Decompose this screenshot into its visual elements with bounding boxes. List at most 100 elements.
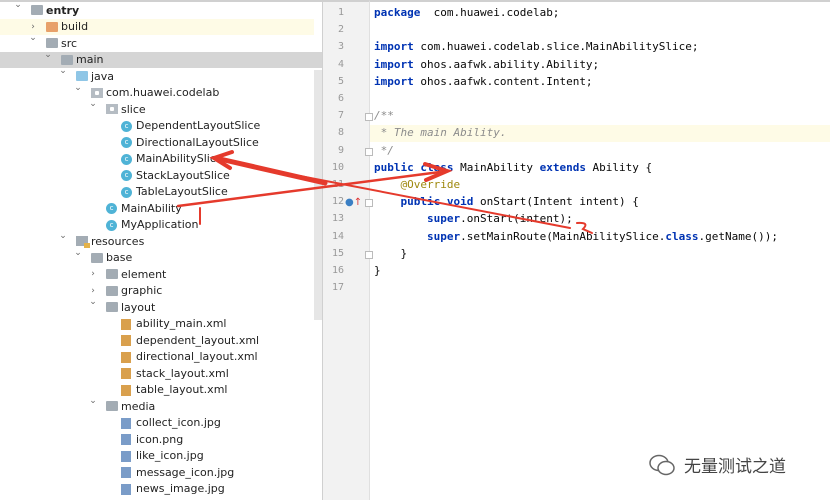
code-line[interactable]: public class MainAbility extends Ability…: [374, 161, 652, 174]
code-token: onStart(Intent intent) {: [473, 195, 639, 209]
chevron-down-icon[interactable]: ⌄: [87, 297, 99, 307]
code-line[interactable]: }: [374, 247, 407, 260]
tree-scrollbar[interactable]: [314, 70, 322, 320]
tree-item-label: MainAbility: [121, 201, 182, 215]
line-number: 3: [337, 41, 344, 53]
tree-item[interactable]: ⌄ slice: [0, 99, 314, 118]
code-line[interactable]: super.onStart(intent);: [374, 212, 573, 225]
class-icon: c: [106, 203, 117, 214]
code-token: /**: [374, 109, 394, 123]
chevron-right-icon[interactable]: ›: [87, 269, 99, 279]
chevron-down-icon[interactable]: ⌄: [27, 33, 39, 43]
chevron-down-icon[interactable]: ⌄: [87, 99, 99, 109]
tree-item[interactable]: c MainAbilitySlice: [0, 151, 314, 168]
line-number: 11: [331, 179, 344, 190]
code-line[interactable]: package com.huawei.codelab;: [374, 6, 559, 19]
code-line[interactable]: @Override: [374, 178, 460, 191]
code-line[interactable]: * The main Ability.: [374, 126, 507, 139]
code-line[interactable]: }: [374, 264, 381, 277]
tree-item[interactable]: news_image.jpg: [0, 481, 314, 498]
tree-item[interactable]: c MyApplication: [0, 217, 314, 234]
tree-item[interactable]: ability_main.xml: [0, 316, 314, 333]
line-number: 4: [337, 58, 344, 70]
watermark-text: 无量测试之道: [684, 457, 786, 477]
chevron-down-icon[interactable]: ⌄: [57, 66, 69, 76]
tree-item[interactable]: ⌄ java: [0, 66, 314, 85]
line-number: 12: [331, 196, 344, 208]
xml-icon: [121, 318, 131, 330]
tree-item[interactable]: ⌄ media: [0, 396, 314, 415]
tree-item[interactable]: ⌄ com.huawei.codelab: [0, 83, 314, 102]
tree-item[interactable]: › element: [0, 266, 314, 283]
code-line[interactable]: import ohos.aafwk.ability.Ability;: [374, 58, 599, 71]
folder-icon: [91, 252, 103, 263]
class-icon: c: [121, 153, 132, 165]
tree-item[interactable]: stack_layout.xml: [0, 365, 314, 382]
folder-blue-icon: [76, 71, 88, 81]
fold-marker-icon[interactable]: [365, 147, 373, 156]
code-line[interactable]: import ohos.aafwk.content.Intent;: [374, 75, 593, 88]
code-token: super: [426, 229, 461, 243]
code-line[interactable]: public void onStart(Intent intent) {: [374, 195, 639, 208]
chevron-right-icon[interactable]: ›: [87, 286, 99, 296]
class-icon: c: [106, 219, 117, 231]
tree-item[interactable]: table_layout.xml: [0, 382, 314, 399]
tree-item[interactable]: ⌄ entry: [0, 2, 314, 19]
code-line[interactable]: */: [374, 144, 394, 157]
line-number: 8: [337, 127, 344, 139]
project-tree: ⌄ entry › build ⌄ src ⌄ main ⌄ java ⌄ com.huawei.co…: [0, 0, 322, 500]
resources-icon: [76, 236, 90, 248]
tree-item[interactable]: message_icon.jpg: [0, 464, 314, 481]
tree-item-label: DirectionalLayoutSlice: [136, 135, 259, 149]
tree-item[interactable]: c MainAbility: [0, 200, 314, 217]
folder-icon: [106, 285, 118, 296]
tree-item-label: entry: [46, 3, 80, 17]
tree-item-label: com.huawei.codelab: [106, 86, 220, 100]
tree-item-label: directional_layout.xml: [136, 350, 258, 364]
tree-item-label: stack_layout.xml: [136, 366, 229, 380]
tree-item[interactable]: directional_layout.xml: [0, 349, 314, 366]
code-token: .getName());: [698, 229, 779, 243]
tree-item-label: MyApplication: [121, 218, 199, 232]
class-icon: c: [121, 186, 132, 198]
fold-marker-icon[interactable]: [365, 250, 373, 259]
code-token: Ability {: [585, 160, 653, 174]
tree-item[interactable]: icon.png: [0, 431, 314, 448]
code-line[interactable]: import com.huawei.codelab.slice.MainAbil…: [374, 40, 699, 53]
chevron-down-icon[interactable]: ⌄: [42, 50, 54, 60]
folder-icon: [61, 54, 73, 65]
tree-item[interactable]: › graphic: [0, 283, 314, 300]
class-icon: c: [121, 170, 132, 181]
code-token: .onStart(intent);: [460, 212, 573, 226]
tree-item[interactable]: like_icon.jpg: [0, 448, 314, 465]
chevron-down-icon[interactable]: ⌄: [72, 83, 84, 93]
tree-item[interactable]: ⌄ base: [0, 248, 314, 267]
tree-item[interactable]: c DirectionalLayoutSlice: [0, 134, 314, 151]
chevron-down-icon[interactable]: ⌄: [87, 396, 99, 406]
tree-item[interactable]: ⌄ layout: [0, 297, 314, 316]
chevron-right-icon[interactable]: ›: [27, 22, 39, 32]
tree-item[interactable]: collect_icon.jpg: [0, 415, 314, 432]
fold-marker-icon[interactable]: [365, 113, 373, 122]
code-token: com.huawei.codelab;: [420, 6, 560, 19]
chevron-down-icon[interactable]: ⌄: [57, 231, 69, 241]
module-folder-icon: [31, 5, 43, 15]
chevron-down-icon[interactable]: ⌄: [12, 2, 24, 10]
override-gutter-icon[interactable]: ●↑: [345, 197, 362, 208]
tree-item[interactable]: ⌄ main: [0, 50, 322, 68]
code-line[interactable]: super.setMainRoute(MainAbilitySlice.clas…: [374, 230, 778, 243]
fold-marker-icon[interactable]: [365, 199, 373, 208]
line-number: 13: [331, 213, 344, 225]
tree-item-label: resources: [91, 234, 145, 248]
tree-item[interactable]: c StackLayoutSlice: [0, 167, 314, 184]
code-token: public class: [374, 160, 454, 174]
tree-item[interactable]: c DependentLayoutSlice: [0, 118, 314, 135]
chevron-down-icon[interactable]: ⌄: [72, 248, 84, 258]
tree-item[interactable]: c TableLayoutSlice: [0, 184, 314, 201]
tree-item[interactable]: ⌄ resources: [0, 231, 314, 250]
tree-item-label: message_icon.jpg: [136, 465, 235, 479]
code-token: import: [374, 40, 414, 54]
tree-item[interactable]: › build: [0, 18, 314, 35]
tree-item[interactable]: dependent_layout.xml: [0, 332, 314, 349]
code-line[interactable]: /**: [374, 109, 394, 122]
